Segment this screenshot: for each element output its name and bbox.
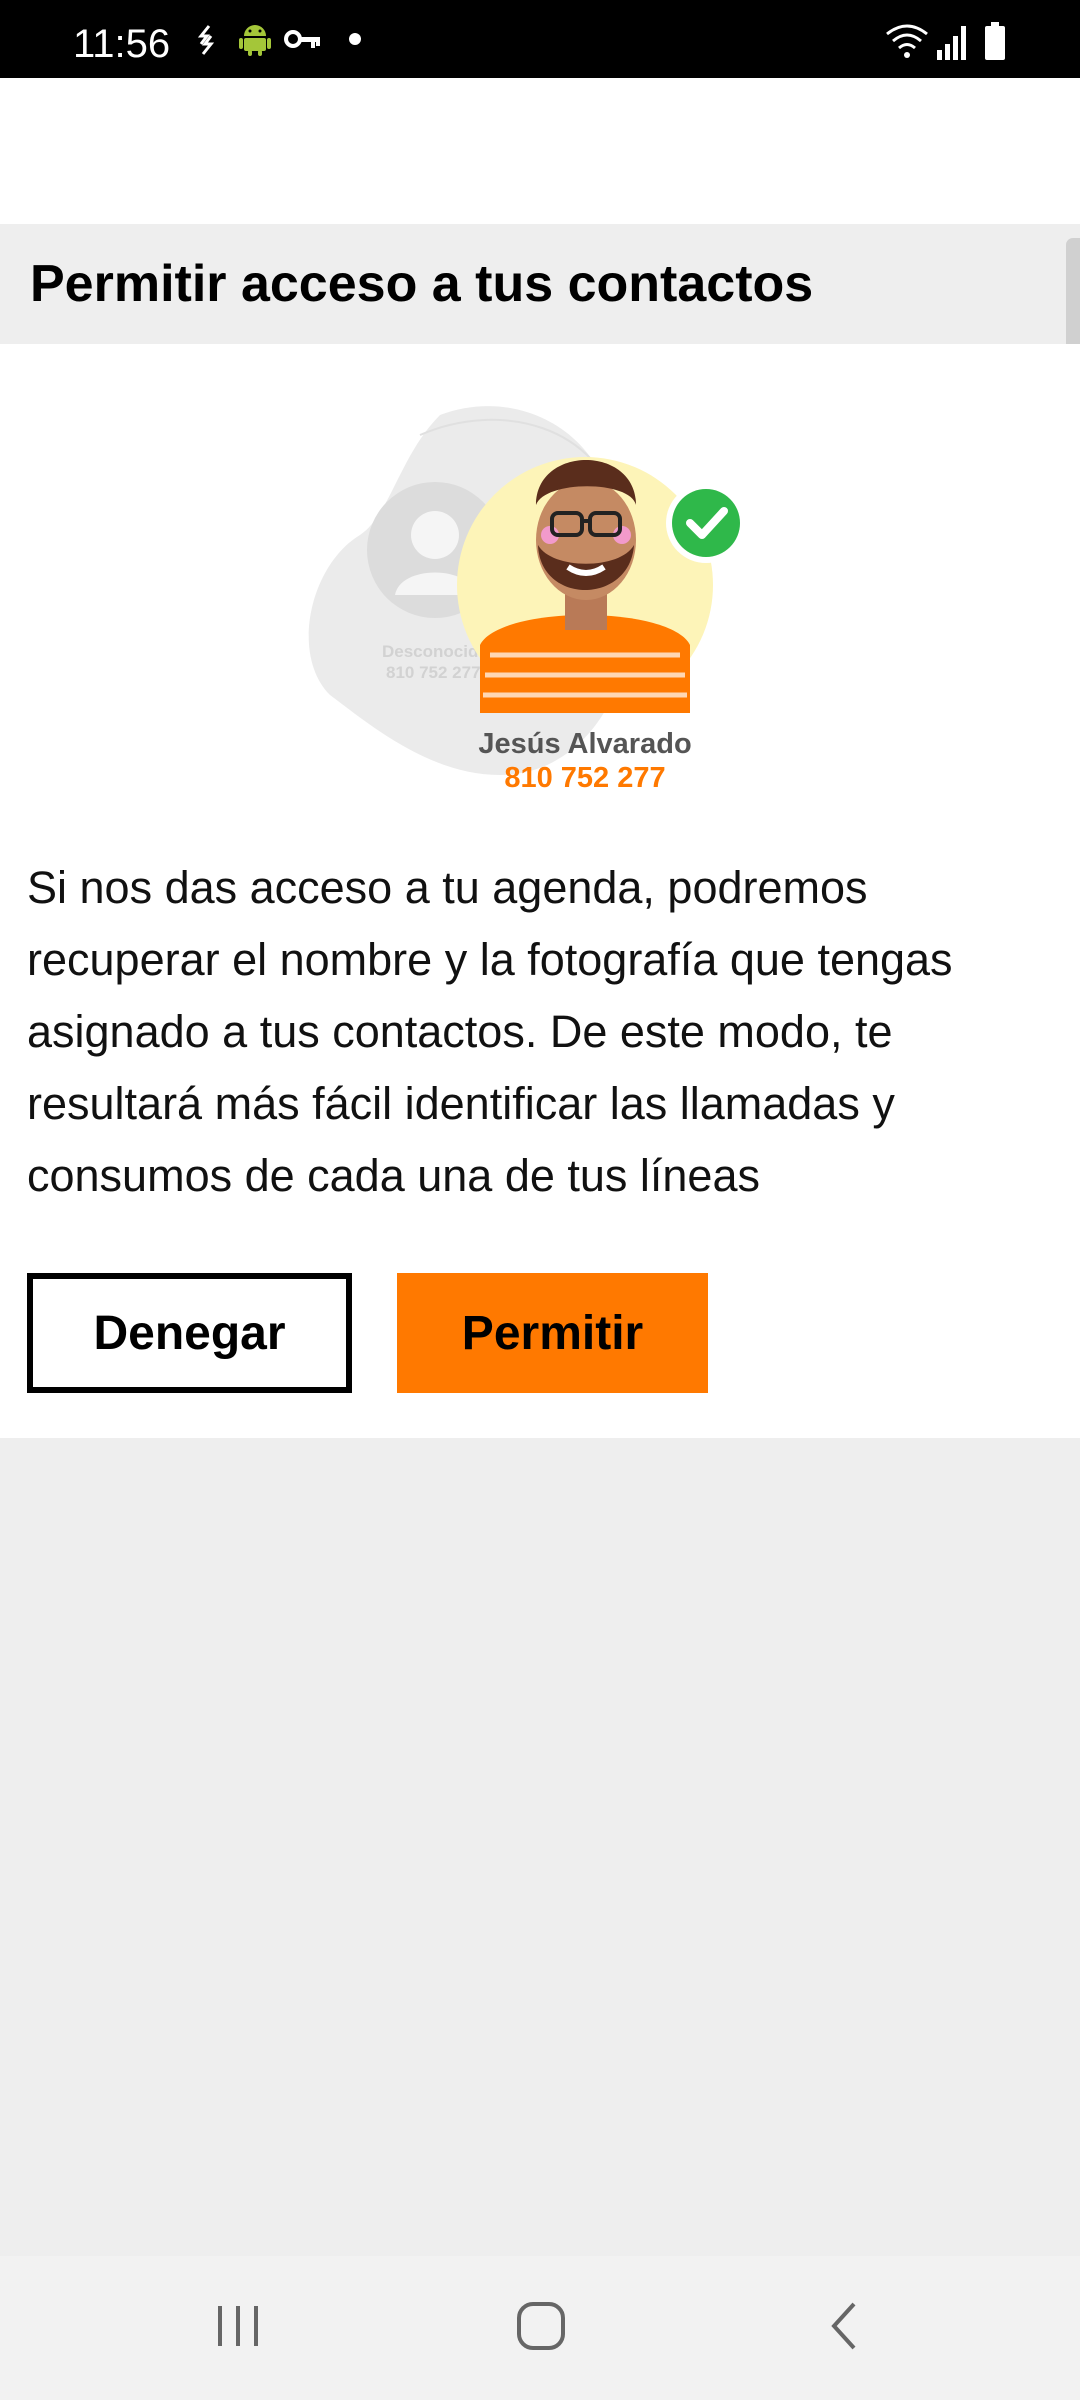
android-icon xyxy=(239,25,271,56)
back-icon[interactable] xyxy=(824,2298,864,2354)
allow-button[interactable]: Permitir xyxy=(397,1273,708,1393)
signal-icon xyxy=(937,26,966,60)
check-badge-icon xyxy=(666,483,746,563)
unknown-contact-number: 810 752 277 xyxy=(386,663,481,682)
section-header: Permitir acceso a tus contactos xyxy=(0,224,1080,344)
contact-number: 810 752 277 xyxy=(504,762,665,794)
battery-icon xyxy=(985,22,1005,60)
vpn-key-icon xyxy=(284,30,320,48)
contact-name: Jesús Alvarado xyxy=(478,728,691,760)
status-time: 11:56 xyxy=(73,22,171,66)
contact-avatar xyxy=(457,457,713,713)
contacts-illustration: Desconocido 810 752 277 Jesús Alvarado 8… xyxy=(308,406,746,794)
app-top-area xyxy=(0,78,1080,224)
permission-description: Si nos das acceso a tu agenda, podremos … xyxy=(27,862,953,1201)
page-title: Permitir acceso a tus contactos xyxy=(30,255,814,313)
sync-icon xyxy=(197,25,215,55)
status-bar: 11:56 xyxy=(0,0,1080,78)
recent-apps-icon[interactable] xyxy=(214,2298,264,2354)
home-icon[interactable] xyxy=(513,2298,569,2354)
dot-icon xyxy=(349,33,361,45)
navigation-bar xyxy=(0,2256,1080,2400)
deny-button[interactable]: Denegar xyxy=(27,1273,352,1393)
wifi-icon xyxy=(886,24,928,58)
